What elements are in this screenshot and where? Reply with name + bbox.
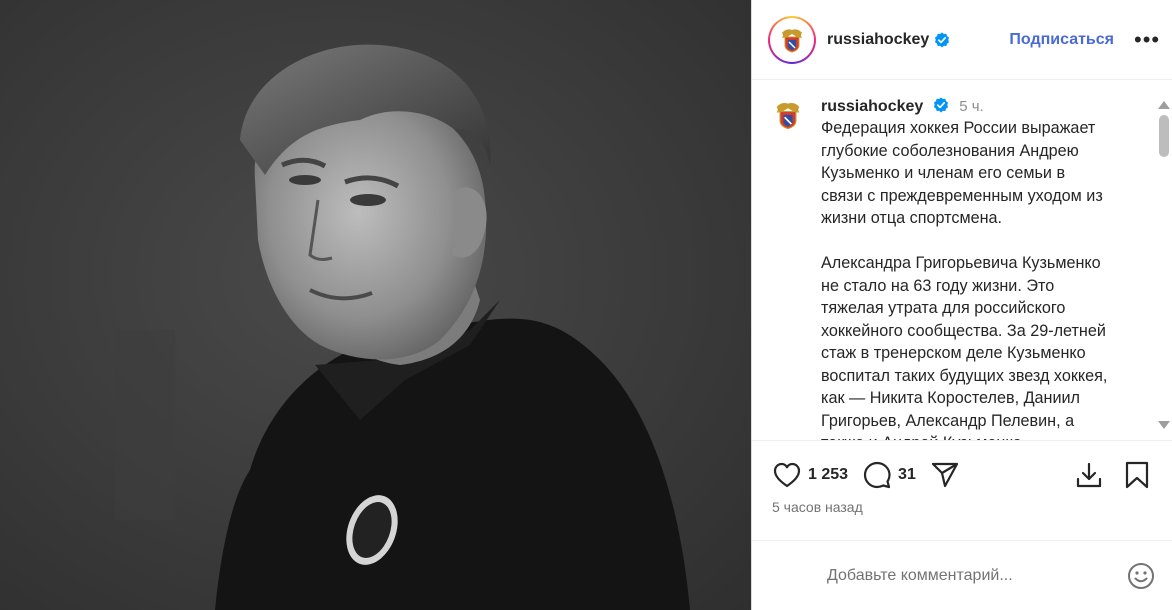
portrait-image [0,0,751,610]
heart-icon[interactable] [772,460,802,490]
scroll-thumb[interactable] [1159,115,1169,157]
scroll-down-arrow-icon[interactable] [1158,421,1170,429]
post-header: russiahockey Подписаться ••• [752,0,1172,80]
scroll-up-arrow-icon[interactable] [1158,101,1170,109]
post-photo[interactable] [0,0,751,610]
post-sidebar: russiahockey Подписаться ••• russiahocke… [751,0,1172,610]
emoji-icon[interactable] [1126,561,1156,591]
more-options-icon[interactable]: ••• [1134,28,1159,51]
post-timestamp[interactable]: 5 часов назад [772,499,863,515]
avatar[interactable] [768,15,816,64]
caption-scrollbar[interactable] [1155,97,1172,433]
follow-button[interactable]: Подписаться [1009,31,1114,49]
caption-comment: russiahockey 5 ч. Федерация хоккея Росси… [752,81,1172,440]
verified-badge-icon [933,97,948,113]
post-actions: 1 253 31 [752,455,1172,495]
caption-avatar[interactable] [770,97,806,133]
caption-scroll-area[interactable]: russiahockey 5 ч. Федерация хоккея Росси… [752,81,1172,441]
caption-text: Федерация хоккея России выражает глубоки… [821,119,1108,440]
share-icon[interactable] [930,460,960,490]
comment-input[interactable] [827,566,1126,585]
comment-bar [752,540,1172,610]
download-icon[interactable] [1074,460,1104,490]
caption-timestamp[interactable]: 5 ч. [959,98,984,115]
federation-emblem-icon [782,28,802,53]
federation-emblem-icon [776,103,800,130]
bookmark-icon[interactable] [1122,460,1152,490]
comment-icon[interactable] [862,460,892,490]
author-username[interactable]: russiahockey [827,31,929,49]
caption-body: russiahockey 5 ч. Федерация хоккея Росси… [821,97,1108,440]
caption-username[interactable]: russiahockey [821,98,923,115]
likes-count[interactable]: 1 253 [808,466,848,484]
verified-badge-icon [935,32,950,47]
comments-count[interactable]: 31 [898,466,916,484]
